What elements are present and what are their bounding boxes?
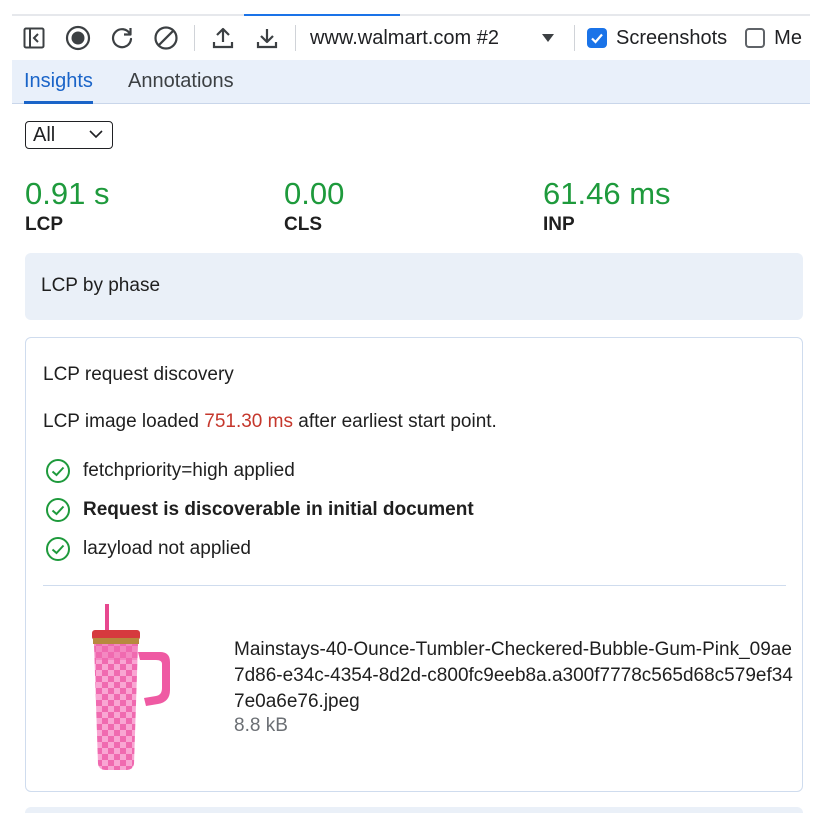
metric-value: 0.00 (284, 176, 345, 211)
check-circle-icon (46, 459, 70, 483)
metric-value: 0.91 s (25, 176, 110, 211)
memory-checkbox[interactable] (745, 28, 766, 48)
check-text: fetchpriority=high applied (83, 460, 295, 481)
record-icon (65, 25, 91, 51)
insight-filter-value: All (33, 123, 56, 146)
lcp-image-thumbnail[interactable] (78, 604, 182, 772)
download-icon (256, 29, 278, 49)
clear-button[interactable] (144, 16, 188, 60)
toolbar: www.walmart.com #2 Screenshots Me (12, 16, 810, 60)
card-title: LCP by phase (41, 275, 161, 296)
metric-cls: 0.00 CLS (284, 176, 344, 236)
toggle-sidebar-button[interactable] (12, 16, 56, 60)
metric-inp: 61.46 ms INP (543, 176, 671, 236)
memory-label[interactable]: Me (774, 27, 802, 50)
clear-icon (154, 26, 178, 50)
metric-label: CLS (284, 214, 322, 235)
summary-duration: 751.30 ms (204, 411, 293, 432)
metric-label: LCP (25, 214, 63, 235)
sidebar-icon (23, 27, 45, 49)
check-item: fetchpriority=high applied (45, 458, 295, 484)
tab-insights[interactable]: Insights (24, 60, 93, 104)
check-circle-icon (46, 537, 70, 561)
toolbar-divider (194, 25, 195, 51)
lcp-image-filename[interactable]: Mainstays-40-Ounce-Tumbler-Checkered-Bub… (234, 637, 794, 715)
next-insight-card[interactable] (25, 807, 803, 813)
reload-icon (111, 28, 133, 49)
divider (43, 585, 786, 586)
upload-profile-button[interactable] (201, 16, 245, 60)
chevron-down-icon (89, 130, 103, 139)
screenshots-label[interactable]: Screenshots (616, 27, 727, 50)
check-text: lazyload not applied (83, 538, 251, 559)
check-text: Request is discoverable in initial docum… (83, 499, 474, 520)
toolbar-divider (295, 25, 296, 51)
check-circle-icon (46, 498, 70, 522)
reload-button[interactable] (100, 16, 144, 60)
recording-selector[interactable]: www.walmart.com #2 (310, 27, 538, 50)
lcp-request-discovery-card: LCP request discovery LCP image loaded 7… (25, 337, 803, 792)
lcp-image-size: 8.8 kB (234, 715, 288, 736)
tab-bar: Insights Annotations (12, 60, 810, 104)
record-button[interactable] (56, 16, 100, 60)
metric-lcp: 0.91 s LCP (25, 176, 109, 236)
recording-dropdown-button[interactable] (538, 28, 558, 48)
upload-icon (212, 27, 234, 49)
tab-annotations[interactable]: Annotations (128, 60, 234, 103)
summary-text: after earliest start point. (293, 411, 497, 432)
triangle-down-icon (542, 34, 554, 42)
metric-value: 61.46 ms (543, 176, 671, 211)
lcp-by-phase-card[interactable]: LCP by phase (25, 253, 803, 320)
metric-label: INP (543, 214, 575, 235)
summary-text: LCP image loaded (43, 411, 205, 432)
download-profile-button[interactable] (245, 16, 289, 60)
performance-panel: www.walmart.com #2 Screenshots Me Insigh… (12, 14, 810, 813)
screenshots-checkbox[interactable] (587, 28, 607, 48)
discovery-summary: LCP image loaded 751.30 ms after earlies… (43, 411, 497, 433)
check-item: Request is discoverable in initial docum… (45, 497, 474, 523)
insight-filter-select[interactable]: All (25, 121, 113, 149)
card-title: LCP request discovery (43, 364, 234, 385)
toolbar-divider (574, 25, 575, 51)
check-item: lazyload not applied (45, 536, 251, 562)
checkmark-icon (591, 33, 603, 44)
